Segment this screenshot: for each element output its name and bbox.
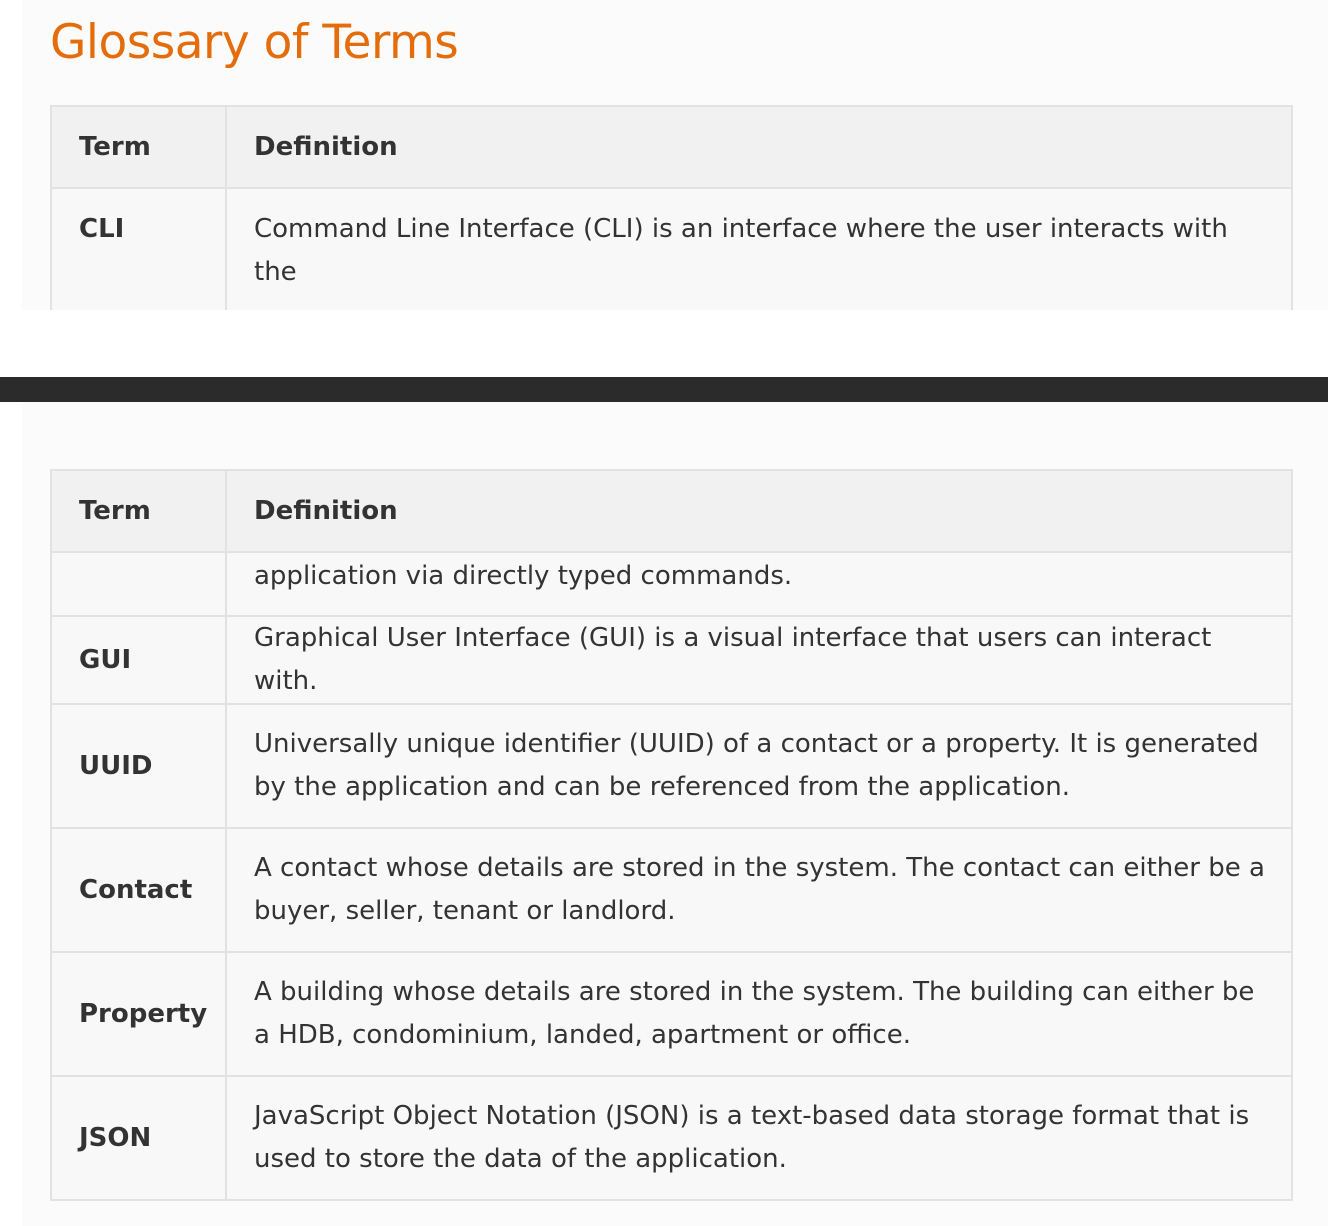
term-cell: UUID <box>50 703 227 829</box>
table-row-uuid: UUID Universally unique identifier (UUID… <box>50 703 1293 829</box>
page-title: Glossary of Terms <box>50 15 459 70</box>
definition-cell: Universally unique identifier (UUID) of … <box>225 703 1293 829</box>
header-definition: Definition <box>225 469 1293 553</box>
term-cell: CLI <box>50 187 227 310</box>
table-header-row: Term Definition <box>50 469 1293 553</box>
table-row: CLI Command Line Interface (CLI) is an i… <box>50 187 1293 310</box>
definition-cell: A contact whose details are stored in th… <box>225 827 1293 953</box>
definition-cell: A building whose details are stored in t… <box>225 951 1293 1077</box>
table-row-gui: GUI Graphical User Interface (GUI) is a … <box>50 615 1293 705</box>
header-definition: Definition <box>225 105 1293 189</box>
definition-cell: Graphical User Interface (GUI) is a visu… <box>225 615 1293 705</box>
table-row-json: JSON JavaScript Object Notation (JSON) i… <box>50 1075 1293 1201</box>
header-term: Term <box>50 105 227 189</box>
header-term: Term <box>50 469 227 553</box>
page-break-divider <box>0 377 1328 402</box>
page-fragment-bottom: Term Definition application via directly… <box>22 402 1328 1226</box>
term-cell: Property <box>50 951 227 1077</box>
definition-cell: JavaScript Object Notation (JSON) is a t… <box>225 1075 1293 1201</box>
definition-cell: Command Line Interface (CLI) is an inter… <box>225 187 1293 310</box>
term-cell: GUI <box>50 615 227 705</box>
glossary-table-top: Term Definition CLI Command Line Interfa… <box>50 105 1293 310</box>
table-row-property: Property A building whose details are st… <box>50 951 1293 1077</box>
table-row-contact: Contact A contact whose details are stor… <box>50 827 1293 953</box>
term-cell-empty <box>50 551 227 617</box>
glossary-table-bottom: Term Definition application via directly… <box>50 469 1293 1201</box>
definition-cell: application via directly typed commands. <box>225 551 1293 617</box>
term-cell: Contact <box>50 827 227 953</box>
table-header-row: Term Definition <box>50 105 1293 189</box>
term-cell: JSON <box>50 1075 227 1201</box>
page-fragment-top: Glossary of Terms Term Definition CLI Co… <box>22 0 1328 310</box>
table-row-continued: application via directly typed commands. <box>50 551 1293 617</box>
